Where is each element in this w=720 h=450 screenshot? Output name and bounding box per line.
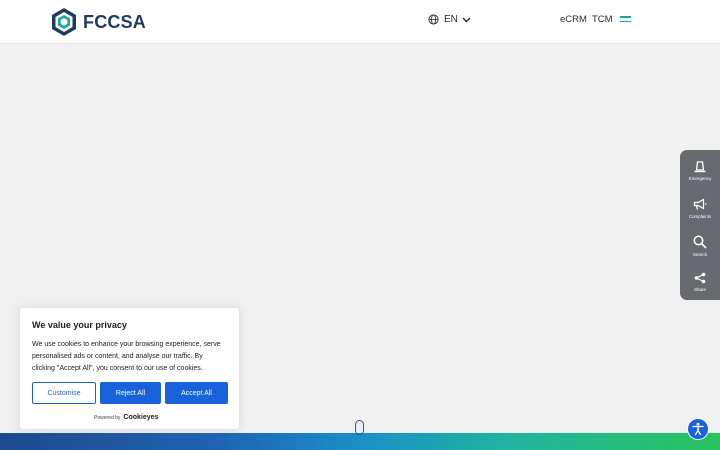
chevron-down-icon — [462, 17, 471, 22]
cookieyes-brand[interactable]: Cookieyes — [123, 414, 158, 421]
powered-by-label: Powered by — [94, 414, 121, 421]
side-item-label: Emergency — [688, 176, 712, 181]
search-icon — [693, 235, 707, 249]
nav-link-tcm[interactable]: TCM — [592, 14, 613, 25]
hexagon-logo-icon — [52, 8, 76, 36]
emergency-light-icon — [694, 161, 706, 173]
side-item-share[interactable]: Share — [680, 263, 720, 300]
customise-button[interactable]: Customise — [32, 382, 96, 404]
side-item-emergency[interactable]: Emergency — [680, 152, 720, 189]
nav-link-ecrm[interactable]: eCRM — [560, 14, 587, 25]
logo-text: FCCSA — [83, 11, 146, 32]
site-header: FCCSA EN eCRM TCM — [0, 0, 720, 44]
side-item-complaints[interactable]: Complaints — [680, 190, 720, 227]
megaphone-icon — [693, 198, 707, 210]
powered-by: Powered by Cookieyes — [94, 414, 158, 421]
reject-all-button[interactable]: Reject All — [100, 382, 161, 404]
cookie-consent-banner: We value your privacy We use cookies to … — [20, 308, 239, 429]
accessibility-button[interactable] — [687, 418, 709, 440]
accessibility-icon — [692, 422, 704, 436]
side-item-label: Share — [693, 286, 706, 292]
side-item-label: Complaints — [688, 214, 712, 219]
cookie-title: We value your privacy — [32, 320, 127, 330]
hamburger-menu-icon[interactable] — [620, 16, 631, 25]
site-logo[interactable]: FCCSA — [50, 7, 146, 37]
side-item-label: Search — [692, 251, 708, 257]
globe-icon — [428, 14, 439, 25]
bottom-gradient-bar — [0, 433, 720, 450]
accept-all-button[interactable]: Accept All — [165, 382, 228, 404]
cookie-body-text: We use cookies to enhance your browsing … — [32, 341, 221, 372]
share-icon — [694, 272, 706, 283]
scroll-mouse-icon[interactable] — [355, 420, 364, 435]
side-item-search[interactable]: Search — [680, 227, 720, 264]
language-selector[interactable]: EN — [428, 12, 471, 27]
quick-actions-panel: Emergency Complaints Search Share — [680, 150, 720, 300]
language-label: EN — [444, 14, 458, 25]
